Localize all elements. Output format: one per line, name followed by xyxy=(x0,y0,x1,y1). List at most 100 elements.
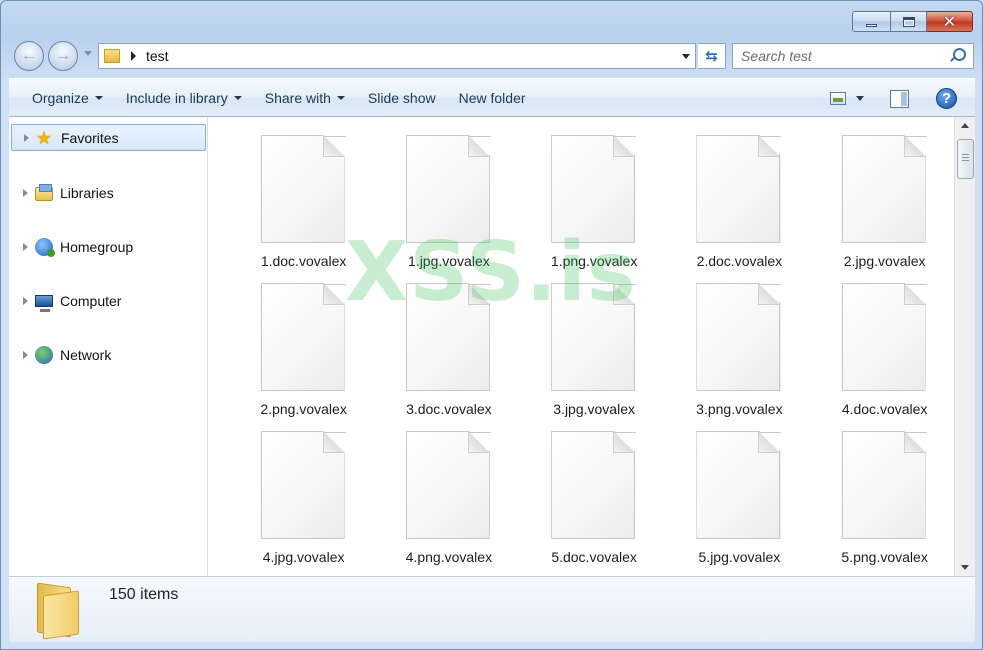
chevron-down-icon xyxy=(94,95,103,100)
view-options-dropdown[interactable] xyxy=(856,96,864,101)
caption-buttons: ✕ xyxy=(852,11,973,32)
minimize-icon xyxy=(866,23,877,27)
file-name: 2.doc.vovalex xyxy=(696,253,783,269)
file-name: 4.png.vovalex xyxy=(405,549,493,565)
nav-item-homegroup[interactable]: Homegroup xyxy=(11,233,206,260)
nav-item-favorites[interactable]: ★ Favorites xyxy=(11,124,206,151)
arrow-down-icon xyxy=(961,565,969,570)
file-item[interactable]: 2.doc.vovalex xyxy=(667,135,812,283)
expand-arrow-icon[interactable] xyxy=(23,188,28,197)
nav-item-network[interactable]: Network xyxy=(11,341,206,368)
maximize-icon xyxy=(902,16,915,27)
file-item[interactable]: 3.jpg.vovalex xyxy=(522,283,667,431)
explorer-window: ✕ ← → test ⇆ Organize Include in library… xyxy=(0,0,983,650)
file-item[interactable]: 2.jpg.vovalex xyxy=(812,135,954,283)
file-grid: 1.doc.vovalex 1.jpg.vovalex 1.png.vovalex 2… xyxy=(231,135,954,576)
scroll-up-button[interactable] xyxy=(955,117,975,134)
blank-document-icon xyxy=(405,135,492,245)
expand-arrow-icon[interactable] xyxy=(24,133,29,142)
forward-arrow-icon: → xyxy=(55,47,71,64)
file-item[interactable]: 4.jpg.vovalex xyxy=(231,431,376,576)
arrow-up-icon xyxy=(961,123,969,128)
organize-menu[interactable]: Organize xyxy=(32,90,103,106)
expand-arrow-icon[interactable] xyxy=(23,296,28,305)
folder-icon xyxy=(104,49,120,63)
nav-item-libraries[interactable]: Libraries xyxy=(11,179,206,206)
file-item[interactable]: 5.jpg.vovalex xyxy=(667,431,812,576)
forward-button[interactable]: → xyxy=(48,41,78,71)
file-name: 4.jpg.vovalex xyxy=(262,549,345,565)
refresh-button[interactable]: ⇆ xyxy=(698,43,726,69)
include-in-library-label: Include in library xyxy=(125,89,228,106)
blank-document-icon xyxy=(841,283,928,393)
file-name: 1.jpg.vovalex xyxy=(408,253,490,269)
folder-icon xyxy=(37,582,79,640)
file-item[interactable]: 5.png.vovalex xyxy=(812,431,954,576)
file-name: 2.png.vovalex xyxy=(260,401,347,417)
file-item[interactable]: 5.doc.vovalex xyxy=(522,431,667,576)
breadcrumb-chevron-icon[interactable] xyxy=(131,51,136,61)
computer-icon xyxy=(35,295,53,312)
file-name: 5.doc.vovalex xyxy=(551,549,637,565)
address-history-dropdown[interactable] xyxy=(682,54,690,59)
details-pane: 150 items xyxy=(9,576,975,642)
share-with-menu[interactable]: Share with xyxy=(265,90,345,106)
slide-show-button[interactable]: Slide show xyxy=(368,90,436,106)
expand-arrow-icon[interactable] xyxy=(23,350,28,359)
expand-arrow-icon[interactable] xyxy=(23,242,28,251)
address-bar[interactable]: test xyxy=(98,43,696,69)
star-icon: ★ xyxy=(36,127,53,148)
chevron-down-icon xyxy=(336,95,345,100)
recent-pages-dropdown[interactable] xyxy=(84,51,92,56)
new-folder-button[interactable]: New folder xyxy=(459,90,526,106)
blank-document-icon xyxy=(551,135,637,245)
network-icon xyxy=(35,345,53,364)
breadcrumb-folder-test[interactable]: test xyxy=(146,48,169,64)
nav-item-computer[interactable]: Computer xyxy=(11,287,206,314)
slide-show-label: Slide show xyxy=(367,89,436,106)
file-item[interactable]: 1.png.vovalex xyxy=(522,135,667,283)
blank-document-icon xyxy=(841,135,928,245)
nav-item-label: Computer xyxy=(60,292,122,309)
blank-document-icon xyxy=(260,431,347,541)
change-view-icon[interactable] xyxy=(830,92,846,105)
blank-document-icon xyxy=(841,431,928,541)
preview-pane-icon[interactable] xyxy=(890,89,909,108)
help-icon[interactable]: ? xyxy=(936,88,957,109)
file-item[interactable]: 3.png.vovalex xyxy=(667,283,812,431)
nav-item-label: Network xyxy=(60,346,112,363)
search-input[interactable] xyxy=(741,48,947,64)
libraries-icon xyxy=(35,183,53,201)
file-name: 2.jpg.vovalex xyxy=(843,253,926,269)
back-button[interactable]: ← xyxy=(14,41,44,71)
include-in-library-menu[interactable]: Include in library xyxy=(126,90,242,106)
blank-document-icon xyxy=(405,283,492,393)
search-icon[interactable] xyxy=(947,46,967,66)
organize-label: Organize xyxy=(32,89,89,106)
file-item[interactable]: 2.png.vovalex xyxy=(231,283,376,431)
file-item[interactable]: 1.doc.vovalex xyxy=(231,135,376,283)
scroll-thumb[interactable] xyxy=(957,139,974,179)
nav-item-label: Homegroup xyxy=(60,238,134,255)
nav-item-label: Libraries xyxy=(60,184,114,201)
scroll-down-button[interactable] xyxy=(955,559,975,576)
file-item[interactable]: 3.doc.vovalex xyxy=(376,283,521,431)
blank-document-icon xyxy=(405,431,492,541)
blank-document-icon xyxy=(260,283,347,393)
file-item[interactable]: 1.jpg.vovalex xyxy=(376,135,521,283)
maximize-button[interactable] xyxy=(891,11,927,32)
new-folder-label: New folder xyxy=(458,89,526,106)
navigation-pane: ★ Favorites Libraries Homegroup Computer… xyxy=(9,117,208,576)
file-item[interactable]: 4.png.vovalex xyxy=(376,431,521,576)
file-item[interactable]: 4.doc.vovalex xyxy=(812,283,954,431)
item-count: 150 items xyxy=(109,586,179,603)
file-name: 5.png.vovalex xyxy=(841,549,928,565)
vertical-scrollbar[interactable] xyxy=(954,117,975,576)
blank-document-icon xyxy=(696,431,782,541)
close-button[interactable]: ✕ xyxy=(927,11,973,32)
minimize-button[interactable] xyxy=(852,11,891,32)
file-name: 5.jpg.vovalex xyxy=(698,549,781,565)
file-list: 1.doc.vovalex 1.jpg.vovalex 1.png.vovalex 2… xyxy=(208,117,954,576)
grip-icon xyxy=(962,154,969,163)
file-name: 3.doc.vovalex xyxy=(406,401,492,417)
